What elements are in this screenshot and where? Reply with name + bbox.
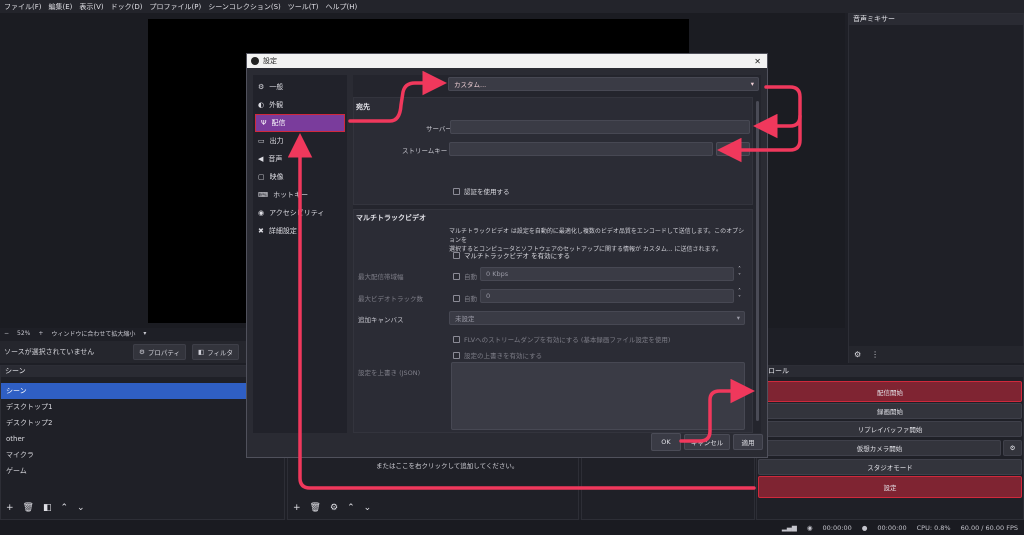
arrow-service-to-server (753, 85, 802, 139)
arrow-ok-to-start (679, 378, 755, 443)
arrow-server-to-key (717, 114, 802, 163)
arrow-stream-to-service (348, 70, 447, 123)
annotation-arrows (287, 70, 802, 490)
arrow-settings-to-stream (287, 133, 756, 490)
